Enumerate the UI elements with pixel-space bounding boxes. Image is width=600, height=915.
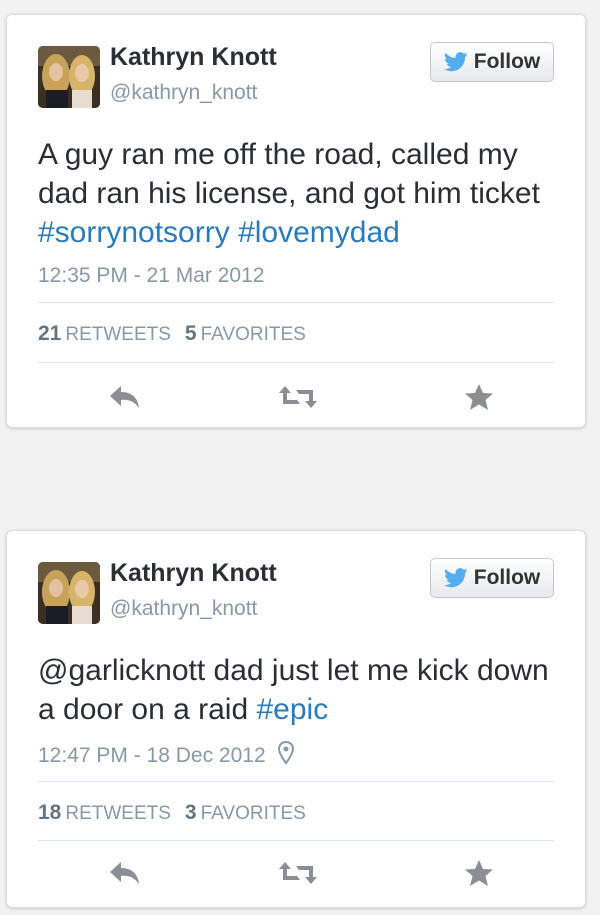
- tweet-text: @garlicknott dad just let me kick down a…: [38, 651, 558, 729]
- follow-label: Follow: [473, 50, 541, 73]
- reply-icon: [108, 860, 142, 891]
- favorite-count: 3: [184, 801, 197, 824]
- favorites-label: FAVORITES: [200, 803, 306, 824]
- tweet-text: A guy ran me off the road, called my dad…: [38, 135, 558, 252]
- divider: [38, 302, 554, 303]
- reply-icon: [108, 384, 142, 415]
- reply-button[interactable]: [105, 381, 145, 417]
- hashtag-link[interactable]: #lovemydad: [238, 216, 400, 249]
- tweet-actions: [7, 857, 585, 893]
- tweet-card: Kathryn Knott @kathryn_knott Follow A gu…: [6, 14, 586, 428]
- twitter-bird-icon: [443, 52, 468, 72]
- divider: [38, 362, 554, 363]
- star-icon: [464, 859, 494, 892]
- retweet-button[interactable]: [278, 381, 318, 417]
- favorite-button[interactable]: [459, 857, 499, 893]
- retweet-count: 18: [38, 801, 62, 824]
- retweet-icon: [278, 384, 318, 415]
- timestamp-text: 12:47 PM - 18 Dec 2012: [38, 744, 266, 767]
- tweet-timestamp[interactable]: 12:35 PM - 21 Mar 2012: [38, 264, 264, 288]
- retweet-icon: [278, 860, 318, 891]
- retweet-button[interactable]: [278, 857, 318, 893]
- favorite-count: 5: [184, 322, 197, 345]
- timestamp-text: 12:35 PM - 21 Mar 2012: [38, 264, 265, 287]
- follow-label: Follow: [473, 566, 541, 589]
- favorites-stat[interactable]: 5 FAVORITES: [184, 322, 306, 345]
- reply-button[interactable]: [105, 857, 145, 893]
- author-name[interactable]: Kathryn Knott: [110, 559, 277, 588]
- tweet-text-space: [230, 216, 238, 249]
- hashtag-link[interactable]: #epic: [256, 693, 328, 726]
- author-name[interactable]: Kathryn Knott: [110, 43, 277, 72]
- author-handle[interactable]: @kathryn_knott: [110, 597, 257, 621]
- tweet-stats: 18 RETWEETS 3 FAVORITES: [38, 801, 306, 825]
- retweets-label: RETWEETS: [65, 324, 171, 345]
- retweets-label: RETWEETS: [65, 803, 171, 824]
- divider: [38, 840, 554, 841]
- tweet-stats: 21 RETWEETS 5 FAVORITES: [38, 322, 306, 346]
- retweet-count: 21: [38, 322, 62, 345]
- location-pin-icon[interactable]: [277, 740, 294, 771]
- follow-button[interactable]: Follow: [430, 558, 554, 598]
- star-icon: [464, 383, 494, 416]
- retweets-stat[interactable]: 18 RETWEETS: [38, 801, 171, 824]
- tweet-timestamp[interactable]: 12:47 PM - 18 Dec 2012: [38, 740, 294, 771]
- tweet-actions: [7, 381, 585, 417]
- favorite-button[interactable]: [459, 381, 499, 417]
- retweets-stat[interactable]: 21 RETWEETS: [38, 322, 171, 345]
- divider: [38, 781, 554, 782]
- follow-button[interactable]: Follow: [430, 42, 554, 82]
- mention-link[interactable]: @garlicknott: [38, 654, 205, 687]
- hashtag-link[interactable]: #sorrynotsorry: [38, 216, 230, 249]
- twitter-bird-icon: [443, 568, 468, 588]
- favorites-stat[interactable]: 3 FAVORITES: [184, 801, 306, 824]
- tweet-text-plain: A guy ran me off the road, called my dad…: [38, 138, 540, 210]
- avatar[interactable]: [38, 562, 100, 624]
- tweet-card: Kathryn Knott @kathryn_knott Follow @gar…: [6, 530, 586, 908]
- favorites-label: FAVORITES: [200, 324, 306, 345]
- avatar[interactable]: [38, 46, 100, 108]
- author-handle[interactable]: @kathryn_knott: [110, 81, 257, 105]
